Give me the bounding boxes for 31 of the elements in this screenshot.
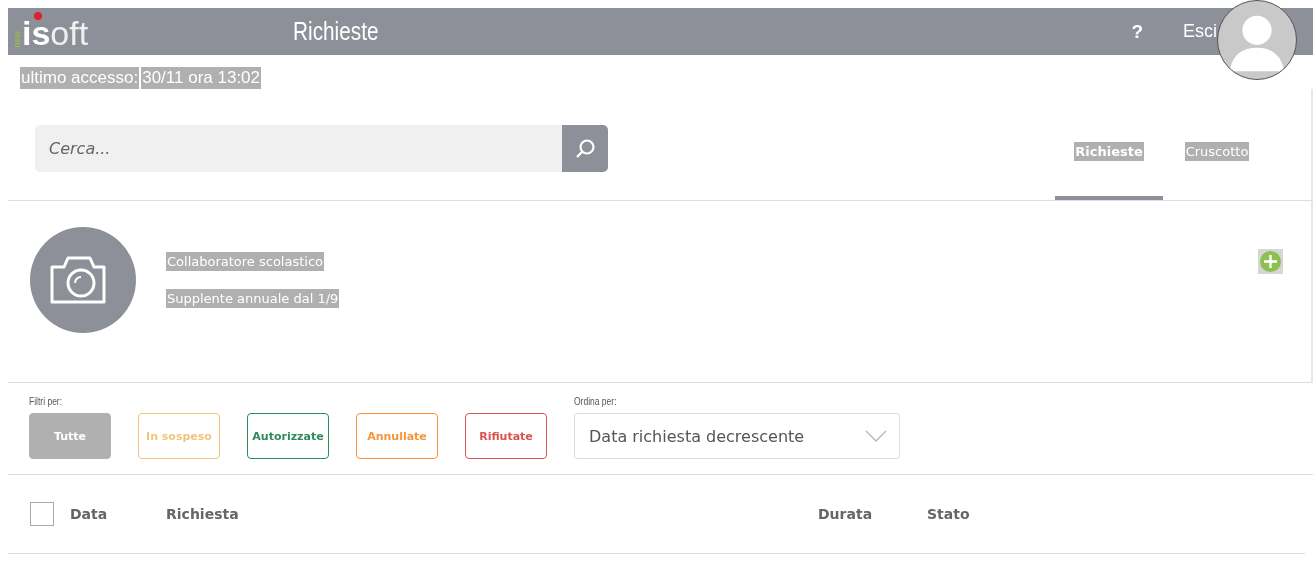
filter-label: Filtri per: [29,396,63,407]
last-access-label: ultimo accesso: [20,67,140,89]
column-header: Richiesta [166,506,239,522]
filter-button[interactable]: Rifiutate [465,413,547,459]
tab[interactable]: Cruscotto [1163,107,1271,200]
page-title: Richieste [293,16,379,47]
last-access-value: 30/11 ora 13:02 [141,67,261,89]
chevron-down-icon [865,430,887,442]
column-header: Durata [818,506,873,522]
contract-text: Supplente annuale dal 1/9 [166,288,340,308]
logo-tag: new [12,31,22,48]
filter-button[interactable]: Annullate [356,413,438,459]
role-text: Collaboratore scolastico [166,251,324,271]
logo-dot [34,11,42,20]
sort-dropdown[interactable]: Data richiesta decrescente [574,413,900,459]
column-header: Stato [927,506,970,522]
help-button[interactable]: ? [1131,20,1143,43]
filter-button[interactable]: Autorizzate [247,413,329,459]
filter-button[interactable]: In sospeso [138,413,220,459]
filter-button[interactable]: Tutte [29,413,111,459]
search-field[interactable]: Cerca... [35,125,562,172]
logo: new isoft [12,11,89,52]
logout-link[interactable]: Esci [1183,21,1217,42]
search-button[interactable] [562,125,608,172]
camera-icon[interactable] [30,226,136,333]
column-header: Data [70,506,108,522]
select-all-checkbox[interactable] [30,502,54,526]
add-icon[interactable] [1258,249,1283,274]
search-icon [574,137,596,160]
tab[interactable]: Richieste [1055,107,1163,200]
sort-label: Ordina per: [574,396,617,407]
